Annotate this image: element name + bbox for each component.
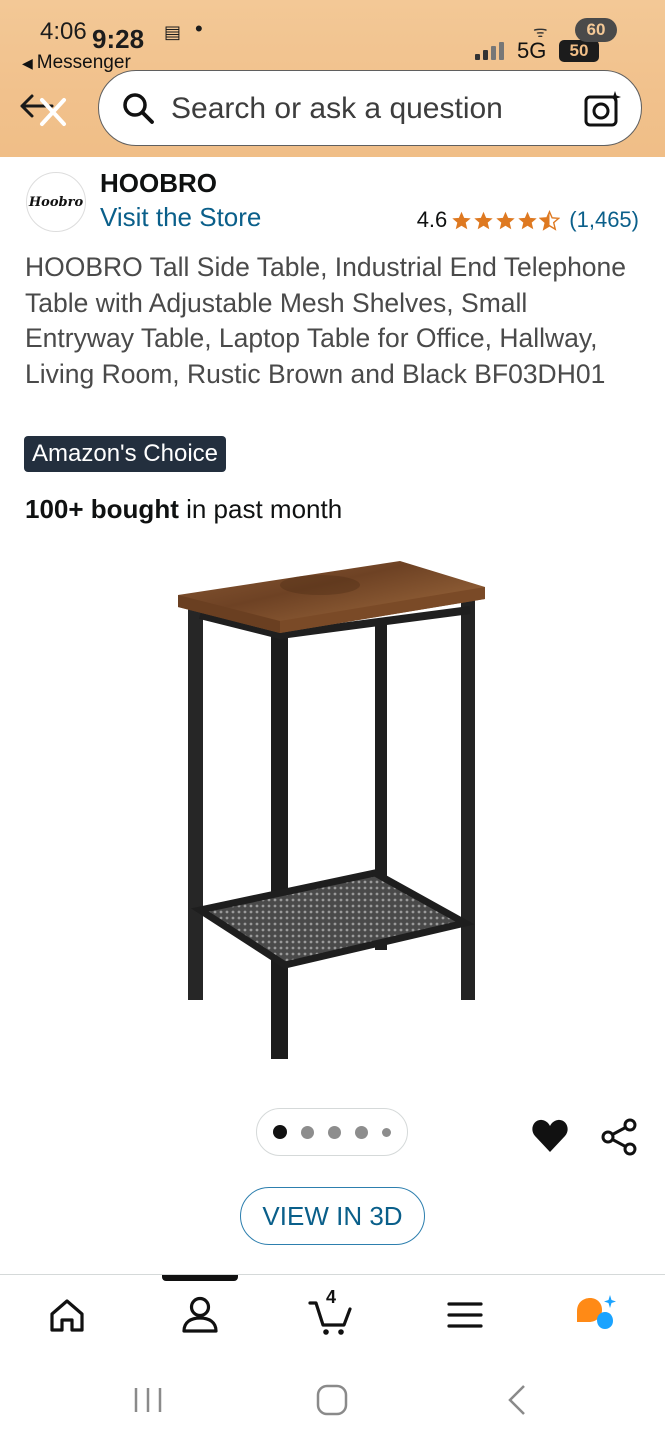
rating-value: 4.6 <box>416 207 448 232</box>
nav-assistant[interactable] <box>575 1293 619 1337</box>
share-icon[interactable] <box>600 1118 638 1156</box>
nav-account[interactable] <box>178 1293 222 1337</box>
battery-level: 50 <box>559 40 599 62</box>
menu-icon <box>447 1302 483 1328</box>
search-bar[interactable] <box>98 70 642 146</box>
star-full-icon <box>474 211 493 229</box>
account-icon <box>182 1296 218 1333</box>
battery-level-overlay: 60 <box>575 18 617 42</box>
brand-logo-text: Hoobro <box>28 194 84 210</box>
star-full-icon <box>518 211 537 229</box>
search-icon[interactable] <box>121 91 155 125</box>
carousel-dot[interactable] <box>355 1125 368 1139</box>
recent-apps-icon[interactable] <box>128 1382 168 1418</box>
nav-home[interactable] <box>45 1293 89 1337</box>
bought-count: 100+ bought <box>25 494 179 524</box>
amazons-choice-badge[interactable]: Amazon's Choice <box>24 436 226 472</box>
carousel-dot[interactable] <box>328 1125 341 1139</box>
star-rating <box>451 209 561 231</box>
notification-dot-icon: • <box>195 16 203 41</box>
back-triangle-icon: ◀ <box>22 55 33 71</box>
wishlist-heart-icon[interactable] <box>530 1116 570 1156</box>
star-full-icon <box>496 211 515 229</box>
back-app-label: Messenger <box>36 52 131 73</box>
status-time: 9:28 <box>92 24 145 54</box>
app-header: 4:06 9:28 ▤ • ◀ Messenger ᯤ 5G 50 60 <box>0 0 665 157</box>
review-count-link[interactable]: (1,465) <box>569 207 639 233</box>
visit-store-link[interactable]: Visit the Store <box>100 202 261 233</box>
star-half-icon <box>539 209 561 231</box>
image-carousel-dots[interactable] <box>256 1108 408 1156</box>
status-bar-right: ᯤ 5G 50 60 <box>475 18 645 68</box>
view-in-3d-button[interactable]: VIEW IN 3D <box>240 1187 425 1245</box>
back-close-icon <box>20 94 66 126</box>
bottom-navigation: 4 <box>0 1274 665 1360</box>
bought-suffix: in past month <box>178 494 343 524</box>
carousel-dot[interactable] <box>382 1127 391 1137</box>
carousel-dot[interactable] <box>273 1125 287 1139</box>
rufus-assistant-icon <box>577 1295 616 1329</box>
back-system-icon[interactable] <box>498 1382 538 1418</box>
active-tab-indicator <box>162 1275 238 1281</box>
rating-summary[interactable]: 4.6 (1,465) <box>417 206 639 234</box>
bought-past-month: 100+ bought in past month <box>25 494 342 525</box>
back-button[interactable] <box>18 86 74 132</box>
back-to-messenger[interactable]: ◀ Messenger <box>22 52 131 74</box>
camera-search-icon[interactable] <box>583 89 623 129</box>
product-title: HOOBRO Tall Side Table, Industrial End T… <box>25 252 627 390</box>
cart-count: 4 <box>326 1287 337 1307</box>
product-image[interactable] <box>170 555 500 1065</box>
carousel-dot[interactable] <box>301 1125 314 1139</box>
home-icon <box>50 1299 84 1332</box>
brand-logo[interactable]: Hoobro <box>26 172 86 232</box>
search-input[interactable] <box>171 89 561 129</box>
home-system-icon[interactable] <box>312 1382 352 1418</box>
signal-strength-icon <box>475 42 509 60</box>
system-navigation-bar <box>0 1360 665 1440</box>
calendar-icon: ▤ <box>164 22 182 42</box>
star-full-icon <box>452 211 471 229</box>
nav-menu[interactable] <box>443 1293 487 1337</box>
brand-name: HOOBRO <box>100 168 217 198</box>
status-time-background: 4:06 <box>40 18 87 45</box>
network-type: 5G <box>517 38 547 63</box>
nav-cart[interactable]: 4 <box>308 1287 352 1337</box>
